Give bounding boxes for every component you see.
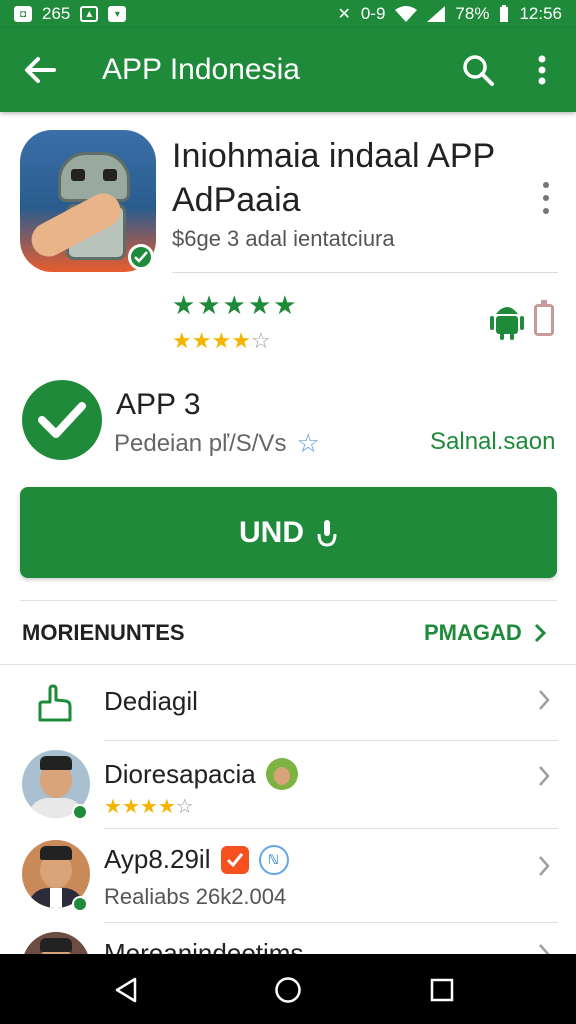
list-item-title: Mereanindeetims (104, 938, 304, 954)
list-item[interactable]: Mereanindeetims (0, 924, 576, 954)
verified-badge-icon (72, 896, 88, 912)
navigation-bar (0, 954, 576, 1024)
list-item-title-row: Dioresapacia (104, 758, 298, 790)
clock: 12:56 (519, 4, 562, 23)
mini-avatar (265, 758, 298, 790)
chevron-right-icon (534, 854, 554, 878)
list-item-rating: ★★★★☆ (104, 796, 194, 818)
green-rating-stars: ★ ★ ★ ★ ★ (172, 290, 297, 321)
divider (0, 664, 576, 665)
verified-badge-icon (128, 244, 154, 270)
chevron-right-icon (534, 623, 546, 643)
status-left-text: 265 (42, 4, 71, 23)
nav-home-icon (275, 977, 301, 1003)
nav-back-button[interactable] (104, 968, 148, 1012)
divider (172, 272, 558, 273)
star-icon: ★ (191, 328, 212, 353)
section-title: MORIENUNTES (22, 620, 185, 645)
star-outline-icon: ☆ (296, 428, 320, 458)
star-icon: ★ (172, 290, 196, 320)
nav-home-button[interactable] (266, 968, 310, 1012)
android-icon (490, 307, 524, 340)
nav-recents-icon (430, 978, 454, 1002)
notification-icon: ◘ (14, 6, 32, 22)
status-bar: ◘ 265 ▲ ▾ ✕ 0-9 78% 12:56 (0, 0, 576, 28)
star-half-icon: ★ (231, 328, 251, 353)
wifi-icon (395, 6, 418, 22)
search-icon (463, 55, 494, 86)
arrow-back-icon (25, 57, 56, 83)
install-button-label: UND (239, 515, 304, 549)
list-item-title-row: Ayp8.29il ℕ (104, 844, 289, 875)
star-icon: ★ (211, 328, 232, 353)
battery-status-icon (500, 5, 509, 22)
touch-icon (317, 519, 337, 547)
install-row-link[interactable]: Salnal.saon (430, 428, 555, 456)
avatar (22, 932, 90, 954)
divider (20, 600, 557, 601)
app-title: Iniohmaia indaal APP AdPaaia (172, 137, 495, 219)
list-item[interactable]: Ayp8.29il ℕ Realiabs 26k2.004 (0, 830, 576, 922)
back-button[interactable] (0, 28, 80, 112)
installed-check-icon (22, 380, 102, 460)
card-overflow-menu[interactable] (534, 178, 558, 218)
image-notification-icon: ▲ (80, 6, 99, 22)
install-button[interactable]: UND (20, 487, 557, 578)
search-button[interactable] (456, 48, 500, 92)
star-icon: ★ (247, 290, 272, 320)
star-icon: ★ (273, 290, 297, 320)
verified-badge-icon (72, 804, 88, 820)
robot-eye (71, 169, 85, 181)
install-row-subtitle: Pedeian pľ/S/Vs ☆ (114, 428, 320, 459)
chevron-right-icon (534, 764, 554, 788)
list-item-subtitle: Realiabs 26k2.004 (104, 884, 287, 909)
page-title: APP Indonesia (102, 53, 300, 86)
list-item-title: Ayp8.29il (104, 844, 211, 874)
robot-eye (103, 169, 117, 181)
chevron-right-icon (534, 688, 554, 712)
hand-pointer-icon (38, 684, 72, 722)
section-action-label: PMAGAD (424, 620, 522, 645)
battery-text: 78% (455, 4, 490, 23)
list-item-title: Dioresapacia (104, 758, 256, 789)
battery-icon (534, 300, 554, 336)
divider (104, 740, 558, 741)
chevron-right-icon (534, 942, 554, 954)
mute-icon: ✕ (337, 6, 351, 23)
overflow-menu-button[interactable] (522, 48, 562, 92)
star-icon: ★ (197, 290, 221, 320)
section-action-link[interactable]: PMAGAD (424, 620, 546, 646)
divider (104, 922, 558, 923)
app-bar: APP Indonesia (0, 28, 576, 112)
lightning-tag-icon (220, 845, 249, 874)
star-outline-icon: ☆ (250, 328, 271, 353)
star-icon: ★ (222, 290, 246, 320)
star-icon: ★ (172, 328, 192, 353)
signal-text: 0-9 (360, 4, 386, 23)
badge-icon: ℕ (258, 844, 289, 875)
more-vert-icon (538, 55, 546, 85)
install-row-title: APP 3 (116, 388, 201, 421)
app-subtitle: $6ge 3 adal ientatciura (172, 226, 395, 251)
divider (104, 828, 558, 829)
list-item-title: Dediagil (104, 686, 198, 716)
nav-back-icon (115, 977, 137, 1003)
cell-signal-icon (427, 6, 446, 22)
mail-notification-icon: ▾ (108, 6, 127, 22)
list-item[interactable]: Dediagil (0, 666, 576, 740)
robot-head (58, 152, 130, 202)
list-item[interactable]: Dioresapacia ★★★★☆ (0, 742, 576, 828)
gold-rating-stars: ★ ★ ★ ★ ☆ (172, 328, 271, 354)
install-row-subtitle-text: Pedeian pľ/S/Vs (114, 429, 287, 457)
nav-recents-button[interactable] (420, 968, 464, 1012)
